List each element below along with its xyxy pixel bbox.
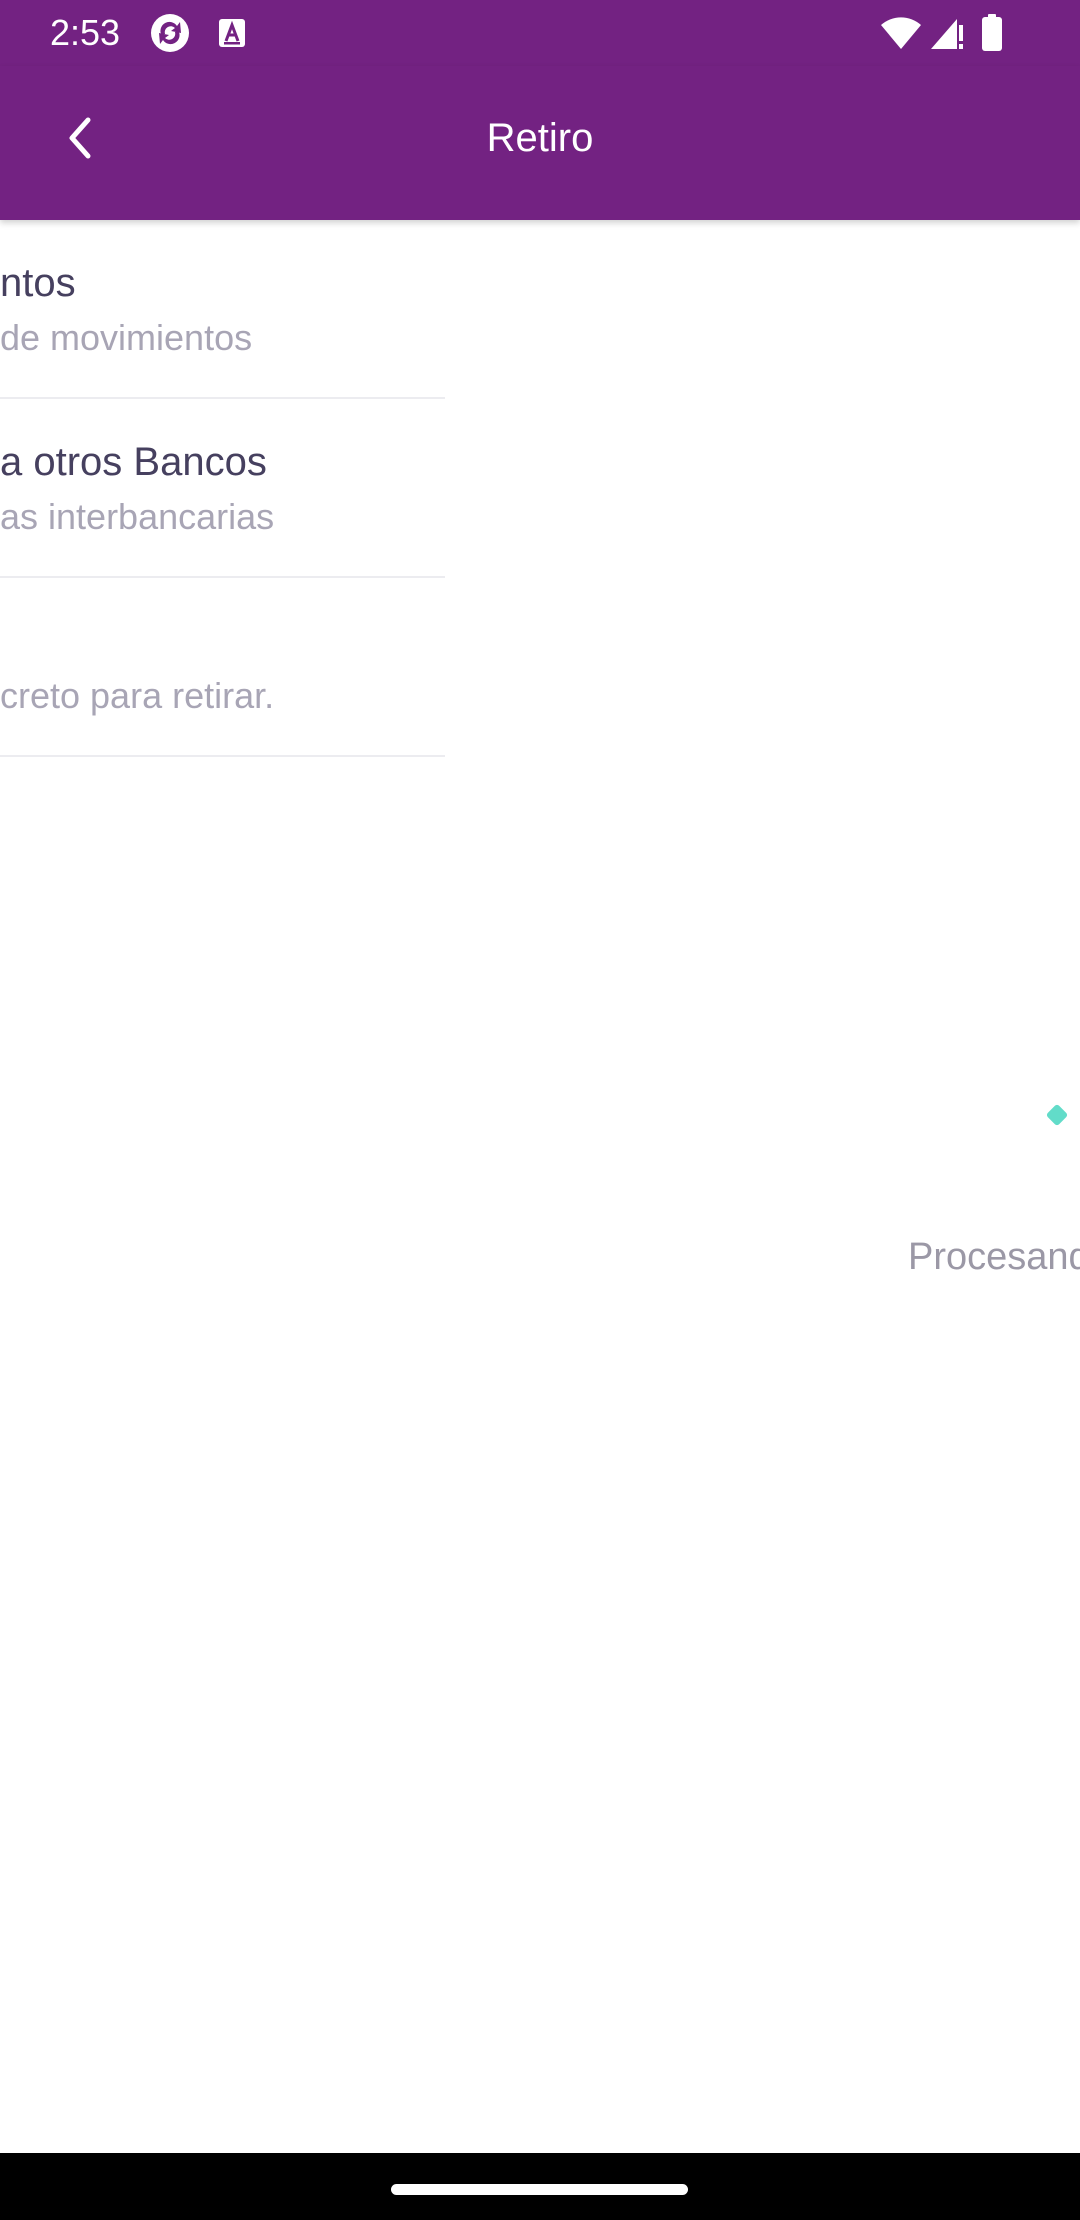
sync-app-icon [148,12,192,54]
status-time: 2:53 [50,12,121,53]
withdrawal-options-panel: ntos de movimientos a otros Bancos as in… [0,220,445,757]
menu-item-subtitle: creto para retirar. [0,675,275,716]
home-gesture-handle[interactable] [391,2184,688,2195]
screen: 2:53 Retiro ntos de movimientos a otros … [0,0,1080,2220]
menu-item-movements[interactable]: ntos de movimientos [0,220,445,399]
app-bar: Retiro [0,66,1080,220]
menu-item-title: ntos [0,261,76,305]
menu-item-secret-withdrawal[interactable]: creto para retirar. [0,578,445,757]
system-navigation-bar [0,2153,1080,2220]
status-bar: 2:53 [0,0,1080,66]
loading-spinner-icon [1045,1103,1069,1127]
wifi-icon [878,12,924,54]
menu-item-subtitle: as interbancarias [0,496,275,537]
menu-item-other-banks[interactable]: a otros Bancos as interbancarias [0,399,445,578]
menu-item-title: a otros Bancos [0,440,267,484]
processing-label: Procesand [908,1236,1080,1278]
menu-item-subtitle: de movimientos [0,317,253,358]
battery-icon [980,12,1004,54]
accessibility-a-icon [216,12,248,54]
signal-icon [928,12,966,54]
page-title: Retiro [486,116,594,160]
